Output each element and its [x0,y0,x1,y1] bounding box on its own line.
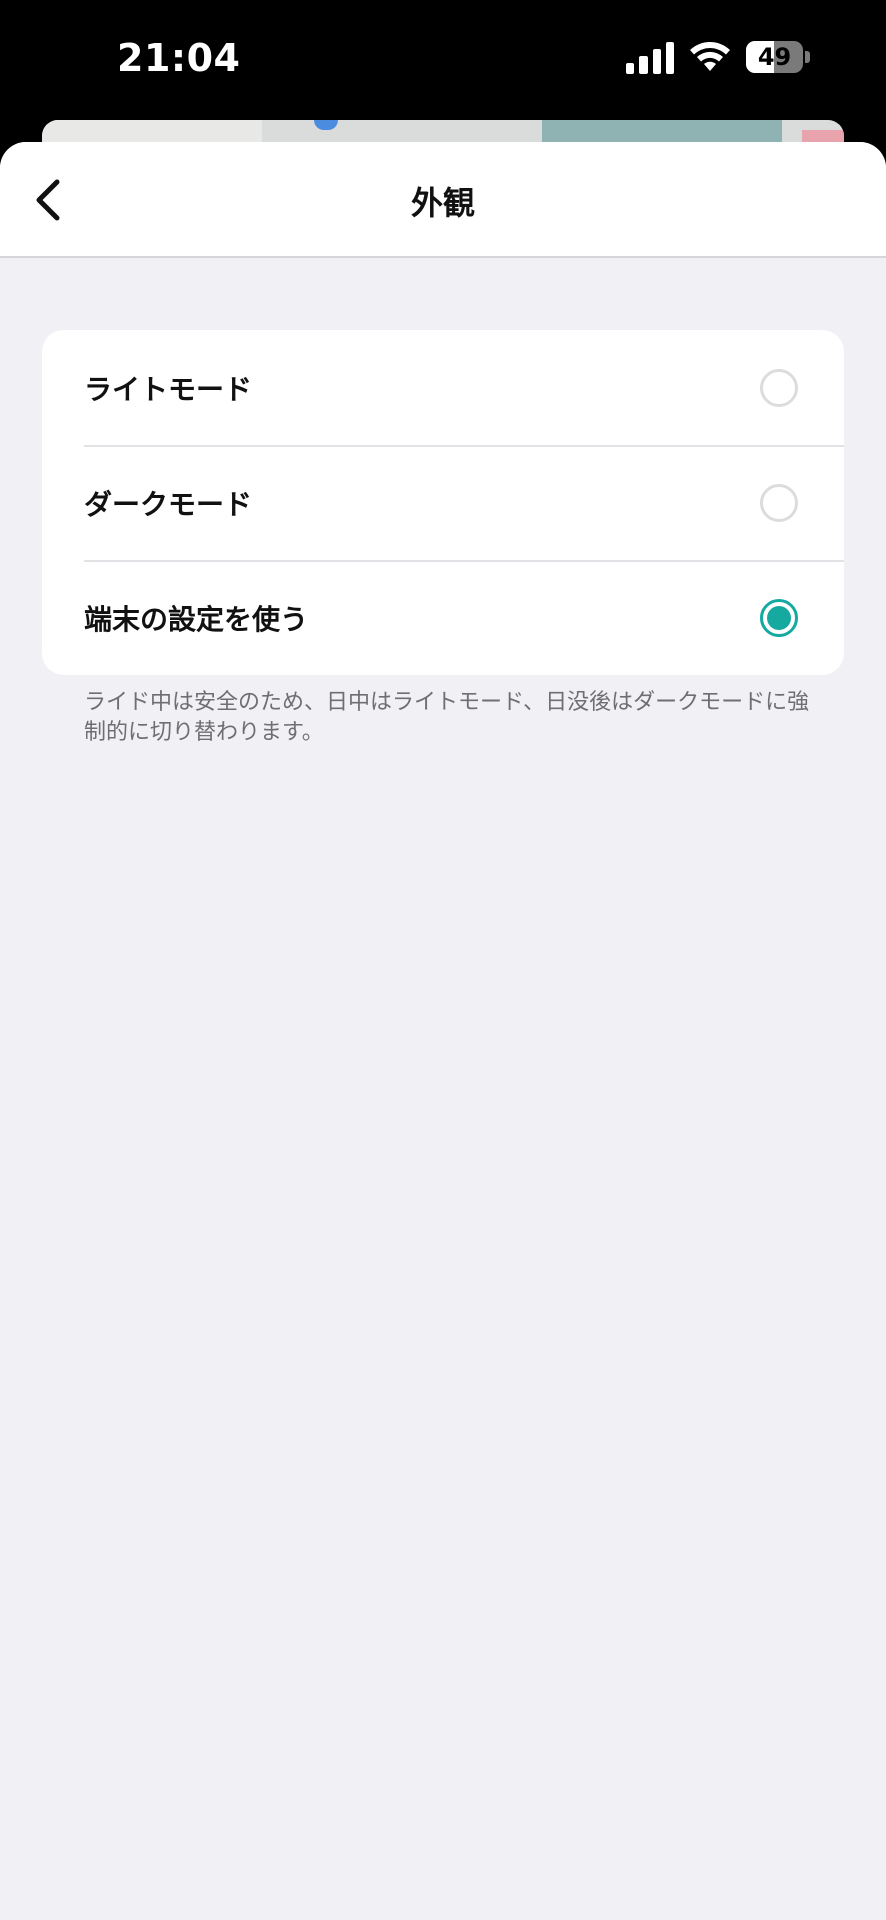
navigation-bar: 外観 [0,142,886,258]
option-light-mode[interactable]: ライトモード [42,330,844,445]
radio-button-unchecked[interactable] [760,369,798,407]
radio-button-checked[interactable] [760,599,798,637]
status-time: 21:04 [117,36,241,80]
battery-level: 49 [757,43,792,71]
page-title: 外観 [410,184,475,222]
option-label: 端末の設定を使う [84,603,309,636]
option-label: ダークモード [84,488,253,521]
appearance-options-list: ライトモード ダークモード 端末の設定を使う [42,330,844,675]
option-dark-mode[interactable]: ダークモード [42,445,844,560]
wifi-icon [690,42,730,71]
radio-button-unchecked[interactable] [760,484,798,522]
cellular-signal-icon [626,40,674,74]
status-icons: 49 [626,40,810,74]
appearance-footnote: ライド中は安全のため、日中はライトモード、日没後はダークモードに強制的に切り替わ… [84,690,810,745]
option-label: ライトモード [84,373,253,406]
status-bar: 21:04 49 [0,0,886,122]
battery-icon: 49 [746,40,810,74]
option-use-device-settings[interactable]: 端末の設定を使う [42,560,844,675]
appearance-settings-sheet: 外観 ライトモード ダークモード 端末の設定を使う ライド中は安全のため、日中は… [0,142,886,1920]
